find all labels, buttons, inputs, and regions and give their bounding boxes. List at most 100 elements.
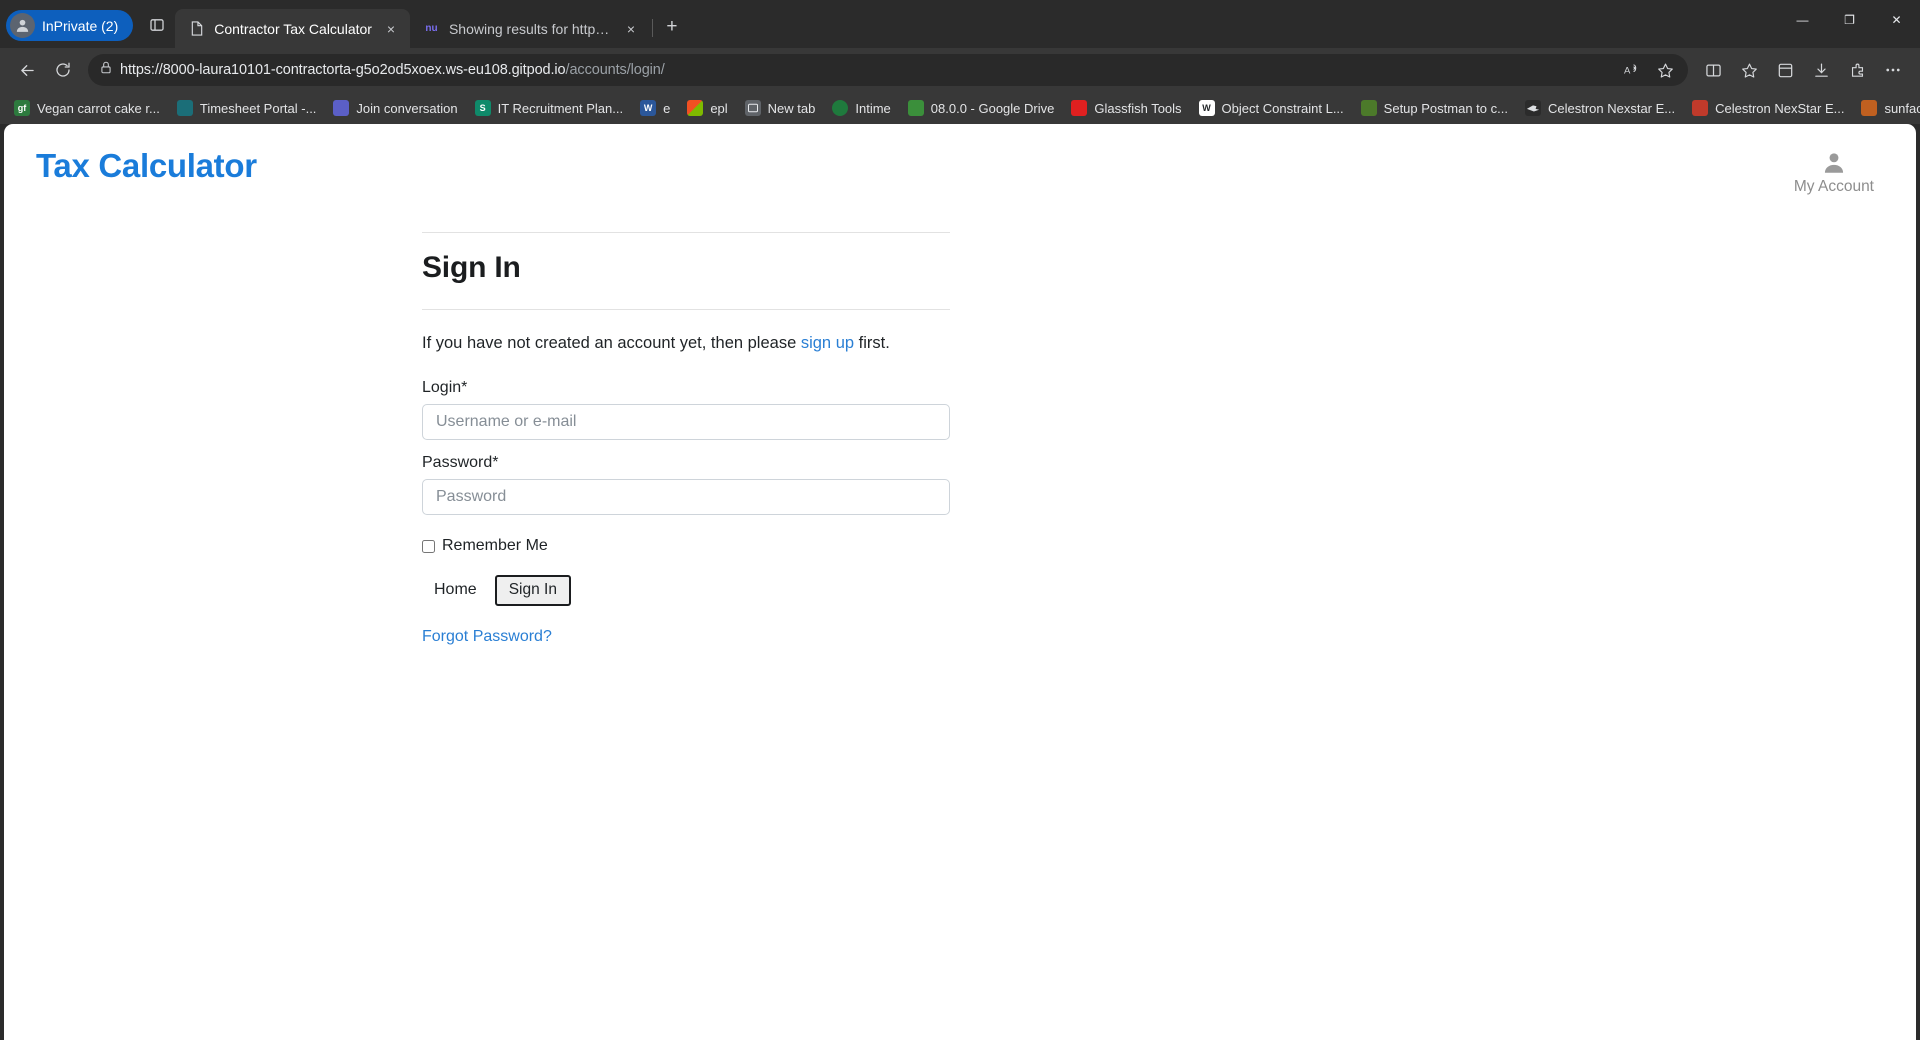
bookmark-item[interactable]: Timesheet Portal -... [169, 96, 325, 121]
bookmark-label: New tab [767, 100, 816, 116]
bookmark-label: Vegan carrot cake r... [37, 100, 160, 116]
bookmark-item[interactable]: gf Vegan carrot cake r... [6, 96, 168, 121]
close-window-button[interactable]: ✕ [1873, 0, 1920, 40]
browser-tab-contractor-tax-calculator[interactable]: Contractor Tax Calculator × [175, 9, 410, 48]
bookmark-label: sunface manual [1884, 100, 1920, 116]
browser-window: InPrivate (2) Contractor Tax Calculator … [0, 0, 1920, 1040]
remember-me-checkbox[interactable] [422, 539, 435, 553]
tab-search-button[interactable] [139, 9, 175, 41]
navigation-toolbar: https://8000-laura10101-contractorta-g5o… [0, 48, 1920, 92]
profile-avatar-icon [10, 13, 35, 38]
sign-in-button[interactable]: Sign In [494, 575, 571, 606]
bookmark-item[interactable]: S IT Recruitment Plan... [467, 96, 631, 121]
collections-icon[interactable] [1732, 53, 1766, 87]
bookmark-label: Celestron NexStar E... [1715, 100, 1845, 116]
maximize-button[interactable]: ❐ [1826, 0, 1873, 40]
lock-icon [99, 60, 113, 80]
svg-text:A: A [1624, 66, 1631, 77]
bookmark-item[interactable]: W e [632, 96, 678, 121]
bookmark-favicon: gf [14, 100, 30, 116]
password-input[interactable] [422, 479, 950, 515]
signup-prompt-after: first. [854, 334, 890, 352]
bookmark-item[interactable]: W Object Constraint L... [1191, 96, 1352, 121]
page-title: Sign In [422, 251, 521, 284]
sign-up-link[interactable]: sign up [801, 334, 854, 352]
bookmark-label: Intime [855, 100, 891, 116]
extensions-icon[interactable] [1840, 53, 1874, 87]
bookmark-favicon [1861, 100, 1878, 116]
bookmark-label: IT Recruitment Plan... [497, 100, 624, 116]
favorite-star-icon[interactable] [1650, 55, 1680, 85]
bookmark-favicon: S [474, 100, 491, 116]
tab-title: Showing results for https://8000- [448, 20, 612, 37]
bookmark-favicon [1692, 100, 1709, 116]
bookmark-item[interactable]: Glassfish Tools [1063, 96, 1189, 121]
bookmark-favicon [1524, 100, 1541, 116]
new-tab-button[interactable]: + [655, 11, 689, 43]
bookmark-label: Join conversation [356, 100, 458, 116]
bookmark-item[interactable]: sunface manual [1853, 96, 1920, 121]
login-input[interactable] [422, 404, 950, 440]
bookmark-item[interactable]: Setup Postman to c... [1353, 96, 1516, 121]
bookmark-item[interactable]: Celestron Nexstar E... [1517, 96, 1683, 121]
bookmark-favicon [687, 100, 704, 116]
address-bar-actions: A [1618, 55, 1680, 85]
bookmark-item[interactable]: Intime [824, 96, 898, 121]
site-brand-title[interactable]: Tax Calculator [36, 146, 257, 186]
bookmark-item[interactable]: Celestron NexStar E... [1684, 96, 1852, 121]
bookmark-label: Celestron Nexstar E... [1547, 100, 1676, 116]
bookmark-item[interactable]: 08.0.0 - Google Drive [900, 96, 1063, 121]
bookmarks-bar: gf Vegan carrot cake r... Timesheet Port… [0, 92, 1920, 124]
my-account-link[interactable]: My Account [1794, 146, 1874, 196]
tab-divider [651, 19, 653, 37]
downloads-icon[interactable] [1804, 53, 1838, 87]
split-screen-icon[interactable] [1696, 53, 1730, 87]
bookmark-favicon [176, 100, 193, 116]
bookmark-item[interactable]: New tab [737, 96, 824, 121]
bookmark-label: 08.0.0 - Google Drive [930, 100, 1055, 116]
page-icon [188, 20, 205, 37]
bookmark-label: epl [710, 100, 728, 116]
bookmark-item[interactable]: Join conversation [325, 96, 465, 121]
remember-me-row: Remember Me [422, 537, 950, 555]
url-path: /accounts/login/ [565, 62, 665, 78]
inprivate-profile-pill[interactable]: InPrivate (2) [6, 10, 134, 41]
bookmark-favicon: W [640, 100, 657, 116]
address-bar[interactable]: https://8000-laura10101-contractorta-g5o… [88, 54, 1688, 86]
bookmark-favicon: W [1198, 100, 1215, 116]
inprivate-label: InPrivate (2) [42, 17, 119, 34]
page-viewport: Tax Calculator My Account Sign In If you… [4, 124, 1916, 1040]
signin-card: Sign In If you have not created an accou… [422, 196, 950, 646]
bookmark-label: Setup Postman to c... [1383, 100, 1508, 116]
browser-essentials-icon[interactable] [1768, 53, 1802, 87]
form-actions: Home Sign In [422, 575, 950, 606]
bookmark-favicon [744, 100, 761, 116]
forgot-password-link[interactable]: Forgot Password? [422, 628, 552, 646]
home-link[interactable]: Home [434, 581, 477, 599]
tab-close-icon[interactable]: × [621, 19, 641, 39]
nu-icon: nu [425, 23, 438, 34]
tax-calculator-page: Tax Calculator My Account Sign In If you… [4, 124, 1916, 1040]
back-icon[interactable] [10, 53, 44, 87]
bookmark-label: Object Constraint L... [1221, 100, 1344, 116]
browser-tab-showing-results[interactable]: nu Showing results for https://8000- × [410, 9, 650, 48]
bookmark-item[interactable]: epl [679, 96, 735, 121]
login-label: Login* [422, 379, 468, 396]
signup-prompt: If you have not created an account yet, … [422, 310, 950, 365]
bookmark-label: Glassfish Tools [1094, 100, 1182, 116]
password-label: Password* [422, 454, 499, 471]
minimize-button[interactable]: — [1779, 0, 1826, 40]
bookmark-favicon [907, 100, 924, 116]
tab-title: Contractor Tax Calculator [214, 20, 372, 37]
settings-menu-icon[interactable] [1876, 53, 1910, 87]
bookmark-favicon [1071, 100, 1088, 116]
read-aloud-icon[interactable]: A [1618, 55, 1648, 85]
tab-close-icon[interactable]: × [381, 19, 401, 39]
refresh-icon[interactable] [46, 53, 80, 87]
tab-strip: InPrivate (2) Contractor Tax Calculator … [0, 0, 1920, 48]
window-controls: — ❐ ✕ [1779, 0, 1920, 40]
site-header: Tax Calculator My Account [4, 124, 1916, 196]
url-host: https://8000-laura10101-contractorta-g5o… [120, 62, 566, 78]
signin-form: Login* Password* Remember Me Home Sign I… [422, 379, 950, 606]
bookmark-label: Timesheet Portal -... [199, 100, 317, 116]
